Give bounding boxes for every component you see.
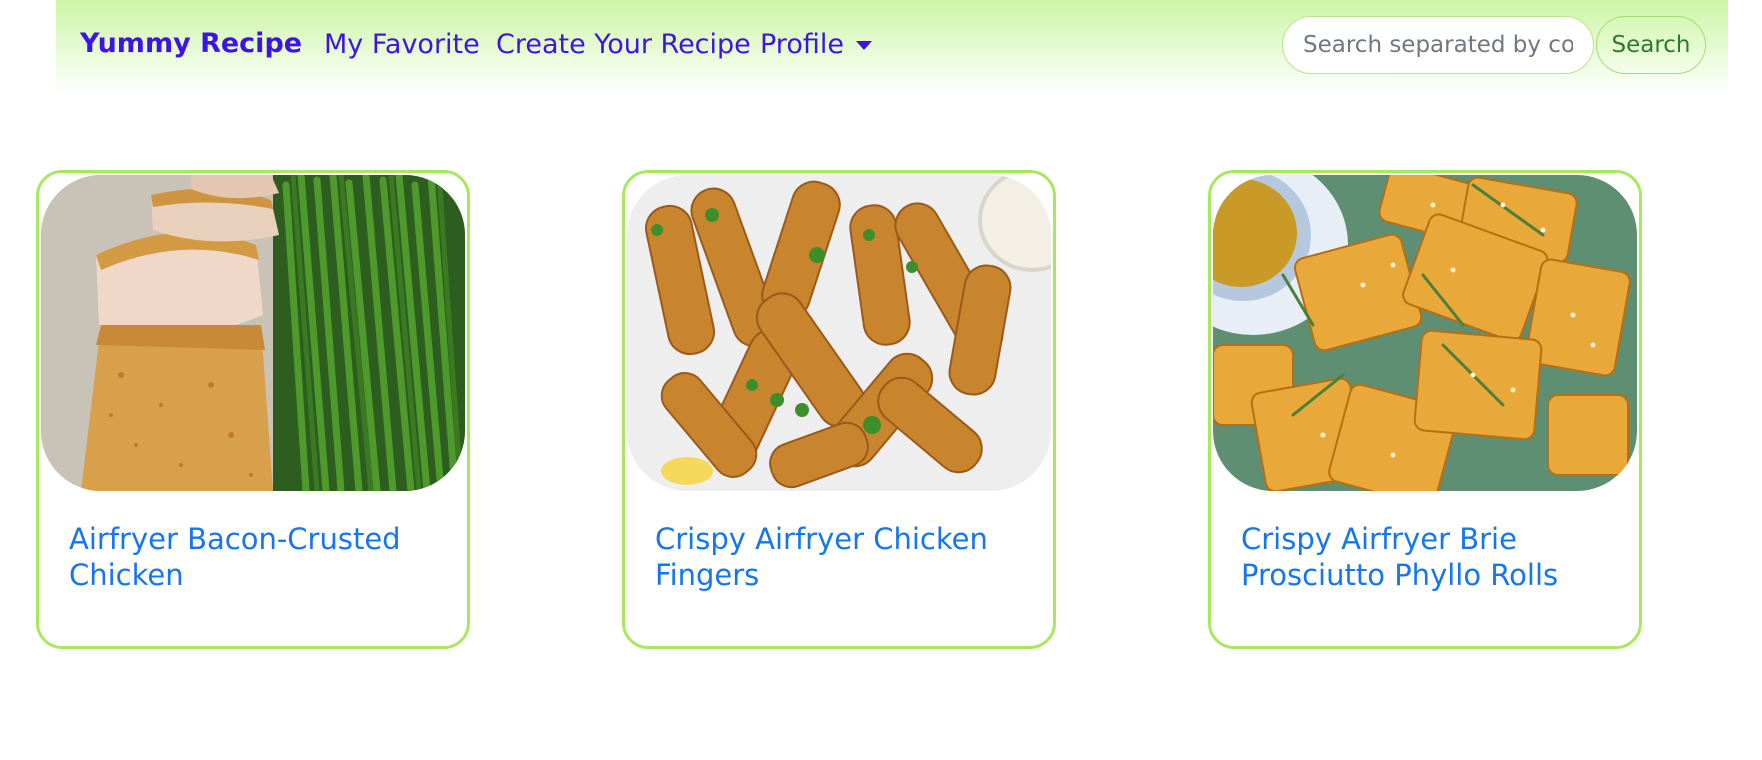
search-input[interactable] — [1282, 16, 1594, 74]
recipe-image-phyllo-rolls[interactable] — [1213, 175, 1637, 491]
top-navbar: Yummy Recipe My Favorite Create Your Rec… — [56, 0, 1728, 94]
caret-down-icon — [855, 41, 872, 50]
nav-link-my-favorite[interactable]: My Favorite — [324, 29, 480, 60]
recipe-title-link[interactable]: Crispy Airfryer Brie Prosciutto Phyllo R… — [1241, 521, 1611, 593]
recipe-card[interactable]: Crispy Airfryer Brie Prosciutto Phyllo R… — [1208, 170, 1642, 649]
nav-link-create-recipe[interactable]: Create Your Recipe — [496, 29, 751, 60]
recipe-title-link[interactable]: Airfryer Bacon-Crusted Chicken — [69, 521, 439, 593]
nav-dropdown-profile[interactable]: Profile — [760, 29, 872, 60]
recipe-image-chicken-breast[interactable] — [41, 175, 465, 491]
recipe-card[interactable]: Airfryer Bacon-Crusted Chicken — [36, 170, 470, 649]
recipe-title-link[interactable]: Crispy Airfryer Chicken Fingers — [655, 521, 1025, 593]
recipe-image-chicken-fingers[interactable] — [627, 175, 1051, 491]
profile-label: Profile — [760, 29, 844, 60]
brand-logo-link[interactable]: Yummy Recipe — [80, 28, 302, 59]
search-button[interactable]: Search — [1596, 16, 1706, 74]
recipe-card[interactable]: Crispy Airfryer Chicken Fingers — [622, 170, 1056, 649]
